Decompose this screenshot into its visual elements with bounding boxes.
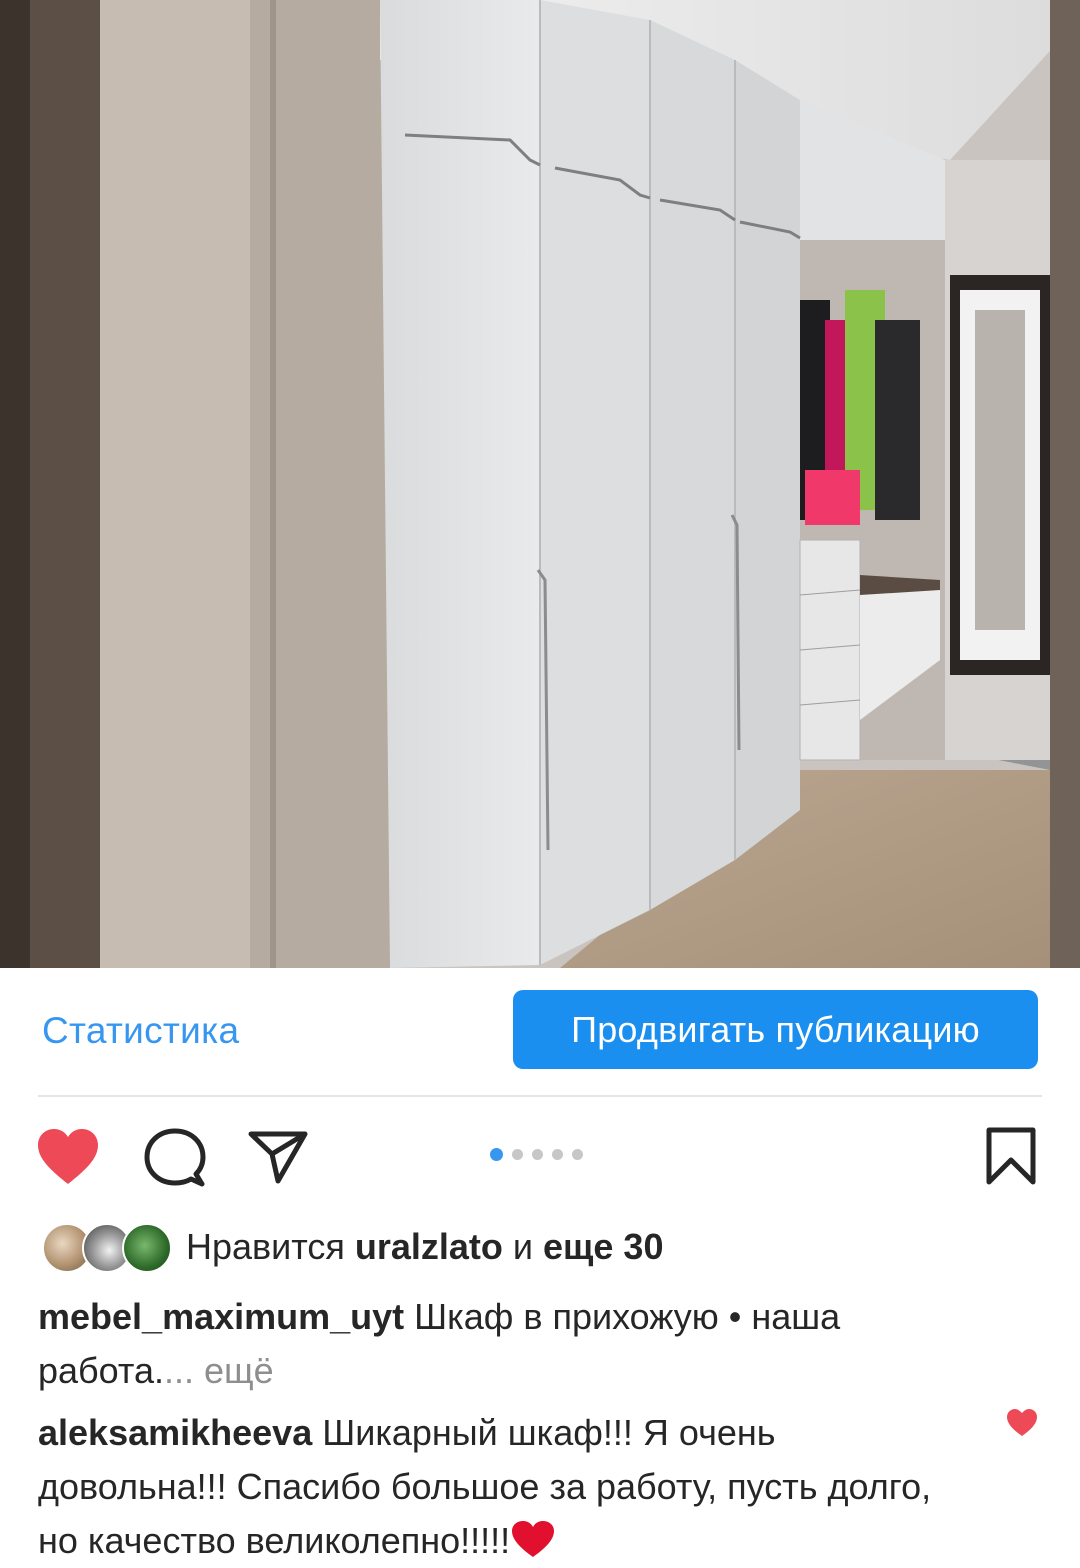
statistics-link[interactable]: Статистика [42, 1010, 239, 1052]
comment-username[interactable]: aleksamikheeva [38, 1412, 312, 1453]
carousel-dot [532, 1149, 543, 1160]
likes-others-count[interactable]: еще 30 [543, 1226, 663, 1267]
caption-more-link[interactable]: ... ещё [164, 1350, 274, 1391]
likes-prefix: Нравится [186, 1226, 355, 1267]
carousel-dot [512, 1149, 523, 1160]
carousel-indicator [490, 1148, 583, 1161]
promote-post-button[interactable]: Продвигать публикацию [513, 990, 1038, 1069]
hallway-wardrobe-photo [0, 0, 1080, 968]
comment-like-heart-icon[interactable] [1006, 1408, 1038, 1438]
caption-username[interactable]: mebel_maximum_uyt [38, 1296, 404, 1337]
divider [38, 1095, 1042, 1097]
post-caption: mebel_maximum_uyt Шкаф в прихожую • наша… [38, 1290, 938, 1398]
carousel-dot [552, 1149, 563, 1160]
carousel-dot [490, 1148, 503, 1161]
share-icon[interactable] [248, 1130, 308, 1184]
carousel-dot [572, 1149, 583, 1160]
comment-icon[interactable] [144, 1128, 206, 1188]
post-photo[interactable] [0, 0, 1080, 968]
liker-avatars[interactable] [42, 1223, 172, 1273]
comment-item: aleksamikheeva Шикарный шкаф!!! Я очень … [38, 1406, 968, 1568]
likes-summary[interactable]: Нравится uralzlato и еще 30 [186, 1226, 663, 1268]
heart-emoji [512, 1521, 555, 1557]
avatar [122, 1223, 172, 1273]
likes-connector: и [502, 1226, 544, 1267]
heart-icon[interactable] [37, 1128, 99, 1186]
bookmark-icon[interactable] [985, 1127, 1037, 1185]
liker-username[interactable]: uralzlato [355, 1226, 503, 1267]
